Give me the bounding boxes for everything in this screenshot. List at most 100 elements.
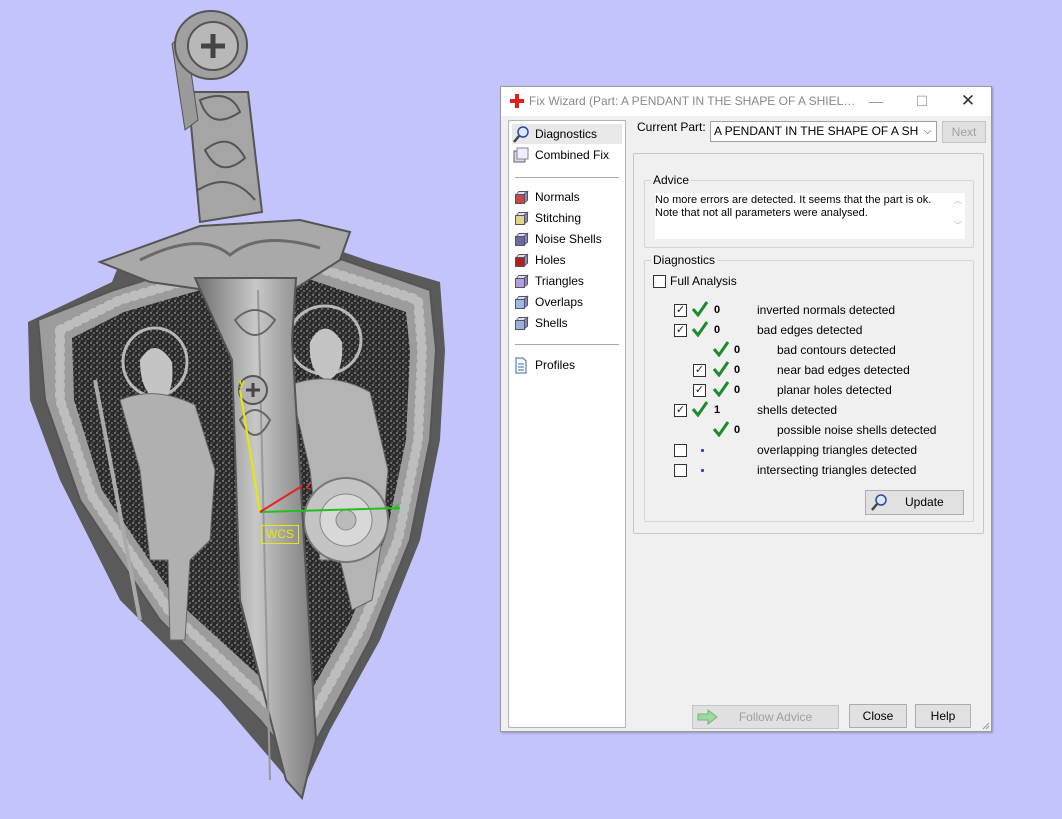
nav-item-noise-shells[interactable]: Noise Shells bbox=[512, 229, 622, 249]
nav-label: Overlaps bbox=[535, 295, 584, 309]
follow-advice-label: Follow Advice bbox=[738, 710, 813, 724]
normals-icon bbox=[512, 189, 530, 206]
nav-item-stitching[interactable]: Stitching bbox=[512, 208, 622, 228]
holes-icon bbox=[512, 252, 530, 269]
axis-z-label: z bbox=[306, 481, 311, 492]
stitching-icon bbox=[512, 210, 530, 227]
nav-label: Combined Fix bbox=[535, 148, 610, 162]
nav-item-normals[interactable]: Normals bbox=[512, 187, 622, 207]
current-part-label: Current Part: bbox=[637, 120, 706, 134]
bad-edges-count: 0 bbox=[714, 324, 721, 336]
diagnostics-title: Diagnostics bbox=[651, 253, 718, 267]
green-check-icon bbox=[691, 401, 709, 417]
title-bar[interactable]: Fix Wizard (Part: A PENDANT IN THE SHAPE… bbox=[501, 87, 991, 116]
shells-count: 1 bbox=[714, 404, 721, 416]
near-bad-edges-count: 0 bbox=[734, 364, 741, 376]
axis-y-label: y bbox=[239, 378, 245, 389]
near-bad-edges-checkbox[interactable]: ✓ bbox=[693, 364, 706, 377]
next-button[interactable]: Next bbox=[942, 121, 986, 143]
current-part-value: A PENDANT IN THE SHAPE OF A SHIELD bbox=[714, 124, 937, 138]
advice-text: No more errors are detected. It seems th… bbox=[655, 193, 961, 239]
advice-line-1: No more errors are detected. It seems th… bbox=[655, 194, 932, 206]
axis-x-label: x bbox=[394, 502, 400, 513]
inverted-normals-label: inverted normals detected bbox=[757, 303, 896, 317]
shells-icon bbox=[512, 315, 530, 332]
diagnostics-group: Diagnostics Full Analysis ✓ 0 inverted n… bbox=[644, 253, 974, 522]
nav-label: Noise Shells bbox=[535, 232, 602, 246]
planar-holes-checkbox[interactable]: ✓ bbox=[693, 384, 706, 397]
shells-checkbox[interactable]: ✓ bbox=[674, 404, 687, 417]
magnifier-icon bbox=[871, 494, 887, 511]
chevron-down-icon: ⌵ bbox=[919, 122, 936, 141]
not-analysed-dot bbox=[701, 469, 704, 472]
noise-shells-count: 0 bbox=[734, 424, 741, 436]
inverted-normals-count: 0 bbox=[714, 304, 721, 316]
overlaps-icon bbox=[512, 294, 530, 311]
advice-line-2: Note that not all parameters were analys… bbox=[655, 207, 868, 219]
green-check-icon bbox=[712, 361, 730, 377]
nav-label: Shells bbox=[535, 316, 568, 330]
nav-item-overlaps[interactable]: Overlaps bbox=[512, 292, 622, 312]
magnifier-icon bbox=[513, 125, 529, 143]
nav-label: Holes bbox=[535, 253, 566, 267]
nav-label: Diagnostics bbox=[535, 127, 598, 141]
green-check-icon bbox=[712, 341, 730, 357]
bad-edges-checkbox[interactable]: ✓ bbox=[674, 324, 687, 337]
minimize-button[interactable]: — bbox=[853, 87, 899, 116]
overlapping-triangles-checkbox[interactable] bbox=[674, 444, 687, 457]
arrow-right-icon bbox=[697, 709, 718, 725]
nav-label: Profiles bbox=[535, 358, 576, 372]
intersecting-triangles-label: intersecting triangles detected bbox=[757, 463, 917, 477]
planar-holes-count: 0 bbox=[734, 384, 741, 396]
profiles-icon bbox=[515, 357, 527, 373]
nav-item-combined-fix[interactable]: Combined Fix bbox=[512, 145, 622, 165]
fix-wizard-dialog: Fix Wizard (Part: A PENDANT IN THE SHAPE… bbox=[500, 86, 992, 732]
scroll-down-icon[interactable]: ﹀ bbox=[951, 220, 965, 231]
wcs-label: WCS bbox=[261, 525, 299, 544]
inverted-normals-checkbox[interactable]: ✓ bbox=[674, 304, 687, 317]
bad-edges-label: bad edges detected bbox=[757, 323, 863, 337]
nav-label: Triangles bbox=[535, 274, 584, 288]
advice-scrollbar[interactable]: ︿ ﹀ bbox=[951, 193, 965, 239]
bad-contours-count: 0 bbox=[734, 344, 741, 356]
nav-separator bbox=[515, 177, 619, 178]
noise-shells-icon bbox=[512, 231, 530, 248]
dialog-title: Fix Wizard (Part: A PENDANT IN THE SHAPE… bbox=[529, 94, 859, 108]
nav-item-triangles[interactable]: Triangles bbox=[512, 271, 622, 291]
nav-label: Normals bbox=[535, 190, 580, 204]
diagnostics-panel: Advice No more errors are detected. It s… bbox=[633, 153, 984, 534]
update-button-label: Update bbox=[905, 495, 944, 509]
nav-item-holes[interactable]: Holes bbox=[512, 250, 622, 270]
help-button[interactable]: Help bbox=[915, 704, 971, 728]
overlapping-triangles-label: overlapping triangles detected bbox=[757, 443, 918, 457]
red-cross-icon bbox=[510, 94, 524, 108]
nav-separator bbox=[515, 344, 619, 345]
green-check-icon bbox=[691, 301, 709, 317]
nav-item-shells[interactable]: Shells bbox=[512, 313, 622, 333]
nav-item-profiles[interactable]: Profiles bbox=[512, 355, 622, 375]
near-bad-edges-label: near bad edges detected bbox=[777, 363, 910, 377]
intersecting-triangles-checkbox[interactable] bbox=[674, 464, 687, 477]
shells-label: shells detected bbox=[757, 403, 838, 417]
full-analysis-checkbox[interactable] bbox=[653, 275, 666, 288]
noise-shells-label: possible noise shells detected bbox=[777, 423, 937, 437]
green-check-icon bbox=[712, 421, 730, 437]
resize-grip-icon[interactable] bbox=[980, 720, 990, 730]
scroll-up-icon[interactable]: ︿ bbox=[951, 195, 965, 206]
current-part-select[interactable]: A PENDANT IN THE SHAPE OF A SHIELD ⌵ bbox=[710, 121, 937, 142]
close-window-button[interactable]: ✕ bbox=[945, 87, 991, 116]
triangles-icon bbox=[512, 273, 530, 290]
not-analysed-dot bbox=[701, 449, 704, 452]
follow-advice-button[interactable]: Follow Advice bbox=[692, 705, 839, 729]
planar-holes-label: planar holes detected bbox=[777, 383, 892, 397]
close-button[interactable]: Close bbox=[849, 704, 907, 728]
combined-fix-icon bbox=[513, 147, 529, 162]
update-button[interactable]: Update bbox=[865, 490, 964, 515]
green-check-icon bbox=[691, 321, 709, 337]
wizard-nav: Diagnostics Combined Fix Normals Stitchi… bbox=[508, 120, 626, 728]
green-check-icon bbox=[712, 381, 730, 397]
full-analysis-label: Full Analysis bbox=[670, 274, 737, 288]
nav-item-diagnostics[interactable]: Diagnostics bbox=[512, 124, 622, 144]
maximize-button[interactable]: ☐ bbox=[899, 87, 945, 116]
bad-contours-label: bad contours detected bbox=[777, 343, 896, 357]
